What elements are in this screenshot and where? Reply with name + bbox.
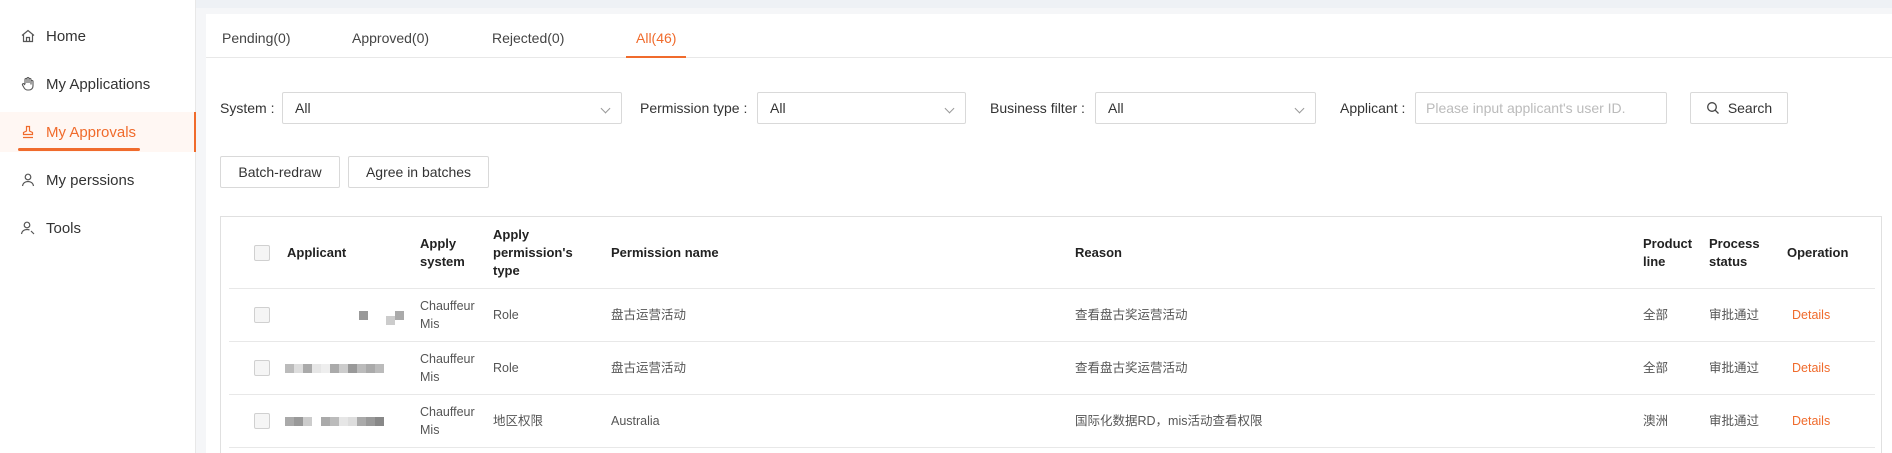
cell-process-status: 审批通过 [1709, 361, 1760, 375]
cell-product-line: 全部 [1643, 308, 1669, 322]
cell-apply-system: Chauffeur Mis [420, 352, 475, 384]
main-panel: Pending(0) Approved(0) Rejected(0) All(4… [206, 14, 1892, 453]
tab-rejected[interactable]: Rejected(0) [492, 14, 564, 58]
sidebar-item-label: My Applications [46, 75, 151, 93]
stamp-icon [20, 124, 36, 140]
row-checkbox[interactable] [254, 360, 270, 376]
app-root: Home My Applications My Approvals My per… [0, 0, 1892, 453]
details-link[interactable]: Details [1792, 359, 1830, 377]
table-row: Chauffeur Mis 地区权限 Australia 国际化数据RD，mis… [229, 395, 1875, 448]
agree-in-batches-button[interactable]: Agree in batches [348, 156, 489, 188]
search-button-label: Search [1727, 100, 1773, 116]
applicant-redacted [285, 364, 384, 373]
search-button[interactable]: Search [1690, 92, 1788, 124]
system-select-value: All [295, 100, 311, 116]
tab-pending[interactable]: Pending(0) [222, 14, 291, 58]
tab-approved[interactable]: Approved(0) [352, 14, 429, 58]
cell-permission-type: 地区权限 [493, 414, 544, 428]
cell-permission-name: 盘古运营活动 [611, 308, 687, 322]
permission-type-select-value: All [770, 100, 786, 116]
filter-bar: System : All Permission type : All Busin… [206, 92, 1892, 126]
select-all-checkbox[interactable] [254, 245, 270, 261]
cell-reason: 查看盘古奖运营活动 [1075, 361, 1188, 375]
sidebar-item-label: My perssions [46, 171, 135, 189]
sidebar: Home My Applications My Approvals My per… [0, 0, 196, 453]
details-link[interactable]: Details [1792, 412, 1830, 430]
header-applicant: Applicant [287, 245, 347, 260]
sidebar-item-home[interactable]: Home [0, 16, 196, 56]
user-tools-icon [20, 220, 36, 236]
header-reason: Reason [1075, 245, 1122, 260]
header-apply-permission-type: Apply permission's type [493, 227, 573, 278]
table-header: Applicant Apply system Apply permission'… [229, 217, 1875, 289]
business-filter-label: Business filter : [990, 100, 1085, 116]
header-permission-name: Permission name [611, 245, 719, 260]
cell-apply-system: Chauffeur Mis [420, 299, 475, 331]
batch-redraw-button[interactable]: Batch-redraw [220, 156, 340, 188]
sidebar-item-label: Home [46, 27, 87, 45]
sidebar-item-label: My Approvals [46, 123, 137, 141]
cell-product-line: 全部 [1643, 361, 1669, 375]
cell-product-line: 澳洲 [1643, 414, 1669, 428]
permission-type-label: Permission type : [640, 100, 748, 116]
chevron-down-icon [1294, 103, 1305, 114]
hand-icon [20, 76, 36, 92]
cell-reason: 查看盘古奖运营活动 [1075, 308, 1188, 322]
applicant-redacted [285, 417, 384, 426]
permission-type-select[interactable]: All [757, 92, 966, 124]
tab-all[interactable]: All(46) [626, 14, 687, 58]
header-operation: Operation [1787, 245, 1849, 260]
home-icon [20, 28, 36, 44]
details-link[interactable]: Details [1792, 306, 1830, 324]
system-select[interactable]: All [282, 92, 622, 124]
header-process-status: Process status [1709, 236, 1760, 269]
cell-permission-name: Australia [611, 414, 660, 428]
header-apply-system: Apply system [420, 236, 465, 269]
row-checkbox[interactable] [254, 413, 270, 429]
table-row: Chauffeur Mis Role 盘古运营活动 查看盘古奖运营活动 全部 审… [229, 342, 1875, 395]
cell-permission-name: 盘古运营活动 [611, 361, 687, 375]
business-filter-select[interactable]: All [1095, 92, 1316, 124]
sidebar-item-my-approvals[interactable]: My Approvals [0, 112, 196, 152]
applicant-label: Applicant : [1340, 100, 1406, 116]
applicant-input[interactable] [1415, 92, 1667, 124]
cell-process-status: 审批通过 [1709, 308, 1760, 322]
tab-bar: Pending(0) Approved(0) Rejected(0) All(4… [206, 14, 1892, 58]
cell-permission-type: Role [493, 361, 519, 375]
system-label: System : [220, 100, 275, 116]
active-underline [18, 148, 140, 151]
cell-permission-type: Role [493, 308, 519, 322]
chevron-down-icon [600, 103, 611, 114]
user-icon [20, 172, 36, 188]
cell-process-status: 审批通过 [1709, 414, 1760, 428]
header-product-line: Product line [1643, 236, 1693, 269]
table-row: Chauffeur Mis Role 盘古运营活动 查看盘古奖运营活动 全部 审… [229, 289, 1875, 342]
sidebar-item-my-perssions[interactable]: My perssions [0, 160, 196, 200]
top-strip [196, 0, 1892, 8]
search-icon [1706, 102, 1719, 114]
applicant-redacted [359, 306, 404, 325]
approvals-table: Applicant Apply system Apply permission'… [220, 216, 1882, 453]
row-checkbox[interactable] [254, 307, 270, 323]
sidebar-item-my-applications[interactable]: My Applications [0, 64, 196, 104]
business-filter-select-value: All [1108, 100, 1124, 116]
sidebar-item-label: Tools [46, 219, 82, 237]
sidebar-item-tools[interactable]: Tools [0, 208, 196, 248]
cell-apply-system: Chauffeur Mis [420, 405, 475, 437]
cell-reason: 国际化数据RD，mis活动查看权限 [1075, 414, 1263, 428]
chevron-down-icon [944, 103, 955, 114]
